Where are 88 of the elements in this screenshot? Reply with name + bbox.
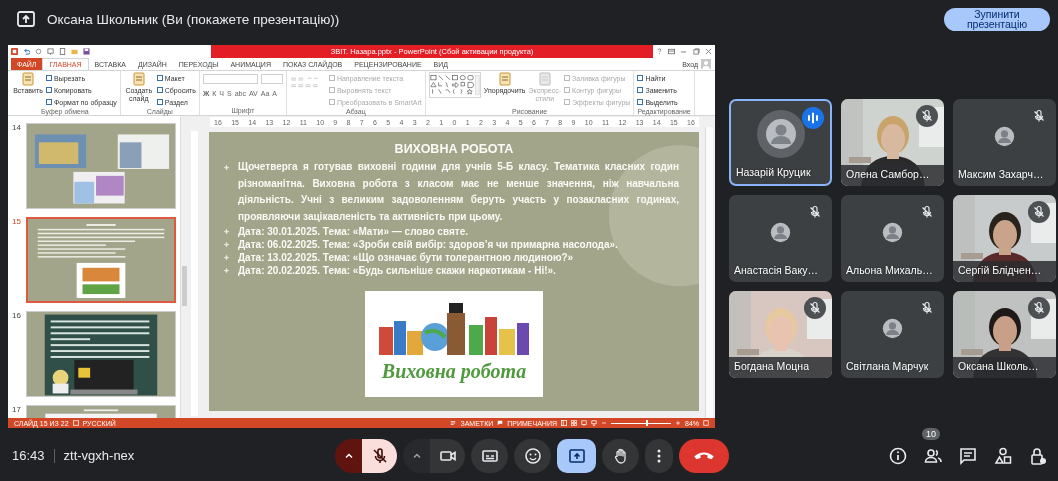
chat-icon [958,445,978,466]
slide-thumbnail[interactable] [26,311,176,397]
lock-icon [1028,445,1048,466]
participant-tile[interactable]: Максим Захарч… [953,98,1056,186]
captions-button[interactable] [471,438,508,473]
participant-name: Богдана Моцна [734,359,809,372]
participant-name: Максим Захарч… [958,167,1044,180]
document-icon [131,72,146,86]
help-icon[interactable] [655,48,663,55]
save-icon[interactable] [83,48,90,55]
slide-number: 15 [11,217,22,226]
reactions-button[interactable] [514,438,551,473]
clock-time: 16:43 [12,448,45,463]
participant-name: Альона Михаль… [846,263,933,276]
ribbon-display-icon[interactable] [668,48,676,55]
participant-count-badge: 10 [922,427,940,440]
zoom-in-icon[interactable] [675,420,681,426]
participant-tile[interactable]: Анастасія Ваку… [729,194,832,282]
microphone-button[interactable] [362,438,397,473]
present-button[interactable] [557,438,596,473]
participant-tile[interactable]: Богдана Моцна [729,290,832,378]
info-icon [888,445,908,466]
slide-number: 17 [11,405,22,414]
slide-title: ВИХОВНА РОБОТА [394,142,514,156]
camera-button[interactable] [430,438,465,473]
meeting-code: ztt-vgxh-nex [63,448,135,463]
notes-icon[interactable] [450,420,457,426]
leave-call-button[interactable] [679,438,729,473]
bullet-icon [223,163,230,171]
slide-number: 14 [11,123,22,132]
shapes-gallery-drawing[interactable] [428,72,481,98]
scroll-bar[interactable] [705,127,713,418]
participant-tile[interactable]: Альона Михаль… [841,194,944,282]
phone-hangup-icon [694,451,714,460]
new-file-icon[interactable] [59,48,66,55]
font-size-field[interactable] [261,74,283,84]
folder-icon[interactable] [71,48,78,55]
document-icon [21,72,35,86]
bullet-text: Дата: 20.02.2025. Тема: «Будь сильніше скажи наркотикам - Ні!». [238,264,557,277]
participant-tile[interactable]: Світлана Марчук [841,290,944,378]
participant-tile[interactable]: Олена Самбор… [841,98,944,186]
bullet-text: Дата: 06.02.2025. Тема: «Зроби свій вибір: здоров’я чи примарна насолода». [238,238,619,251]
slide-number: 16 [11,311,22,320]
smiley-icon [522,445,543,466]
participant-tile[interactable]: Сергій Блідчен… [953,194,1056,282]
minimize-icon[interactable] [680,48,688,55]
participant-tile[interactable]: Оксана Школь… [953,290,1056,378]
participant-name: Світлана Марчук [846,359,929,372]
restore-icon[interactable] [692,48,700,55]
font-name-field[interactable] [202,74,259,84]
participant-name: Анастасія Ваку… [734,263,818,276]
grid-view-icon[interactable] [571,420,577,426]
bullet-icon [223,228,230,235]
image-caption: Виховна робота [381,360,527,383]
participant-name: Оксана Школь… [958,359,1039,372]
bullet-icon [223,254,230,261]
presenter-title: Оксана Школьник (Ви (покажете презентацію)) [47,11,340,27]
shapes-icon [993,445,1013,466]
zoom-out-icon[interactable] [601,420,607,426]
slide-thumbnail[interactable] [26,217,176,303]
bullet-icon [223,241,230,248]
bullet-text: Дата: 30.01.2025. Тема: «Мати» — слово святе. [238,225,469,238]
stop-presenting-button[interactable]: Зупинити презентацію [944,7,1050,31]
scroll-bar[interactable] [180,116,188,418]
fit-slide-icon[interactable] [703,420,709,426]
normal-view-icon[interactable] [561,420,567,426]
undo-icon[interactable] [23,48,30,55]
document-icon [497,72,512,86]
participant-name: Сергій Блідчен… [958,263,1042,276]
avatar-icon [756,110,805,158]
slide-thumbnail[interactable] [26,405,176,418]
bullet-text: Дата: 13.02.2025. Тема: «Що означає бути толерантною людиною?» [238,251,575,264]
bullet-icon [223,267,230,274]
participant-tile[interactable]: Назарій Круцик [729,98,832,186]
bullet-text: Щочетверга я готував виховні години для учнів 5-Б класу. Тематика класних годин різноманітна. Виховна робота з класом має не менше значення, ніж навчальна діяльність. Учні з великим задоволенням беруть участь у позакласних годинах, проявляючи зацікавленість та активність при цьому. [238,160,679,224]
participant-name: Назарій Круцик [736,165,811,178]
slide-thumbnail[interactable] [26,123,176,209]
app-icon[interactable] [11,48,18,55]
comment-icon[interactable] [497,420,504,426]
present-screen-icon [17,11,35,27]
spellcheck-icon[interactable] [72,420,79,426]
raise-hand-button[interactable] [602,438,639,473]
participant-name: Олена Самбор… [846,167,930,180]
close-icon[interactable] [705,48,713,55]
slideshow-icon[interactable] [47,48,54,55]
more-options-button[interactable] [645,438,673,473]
more-icon [657,448,661,463]
reading-view-icon[interactable] [581,420,587,426]
